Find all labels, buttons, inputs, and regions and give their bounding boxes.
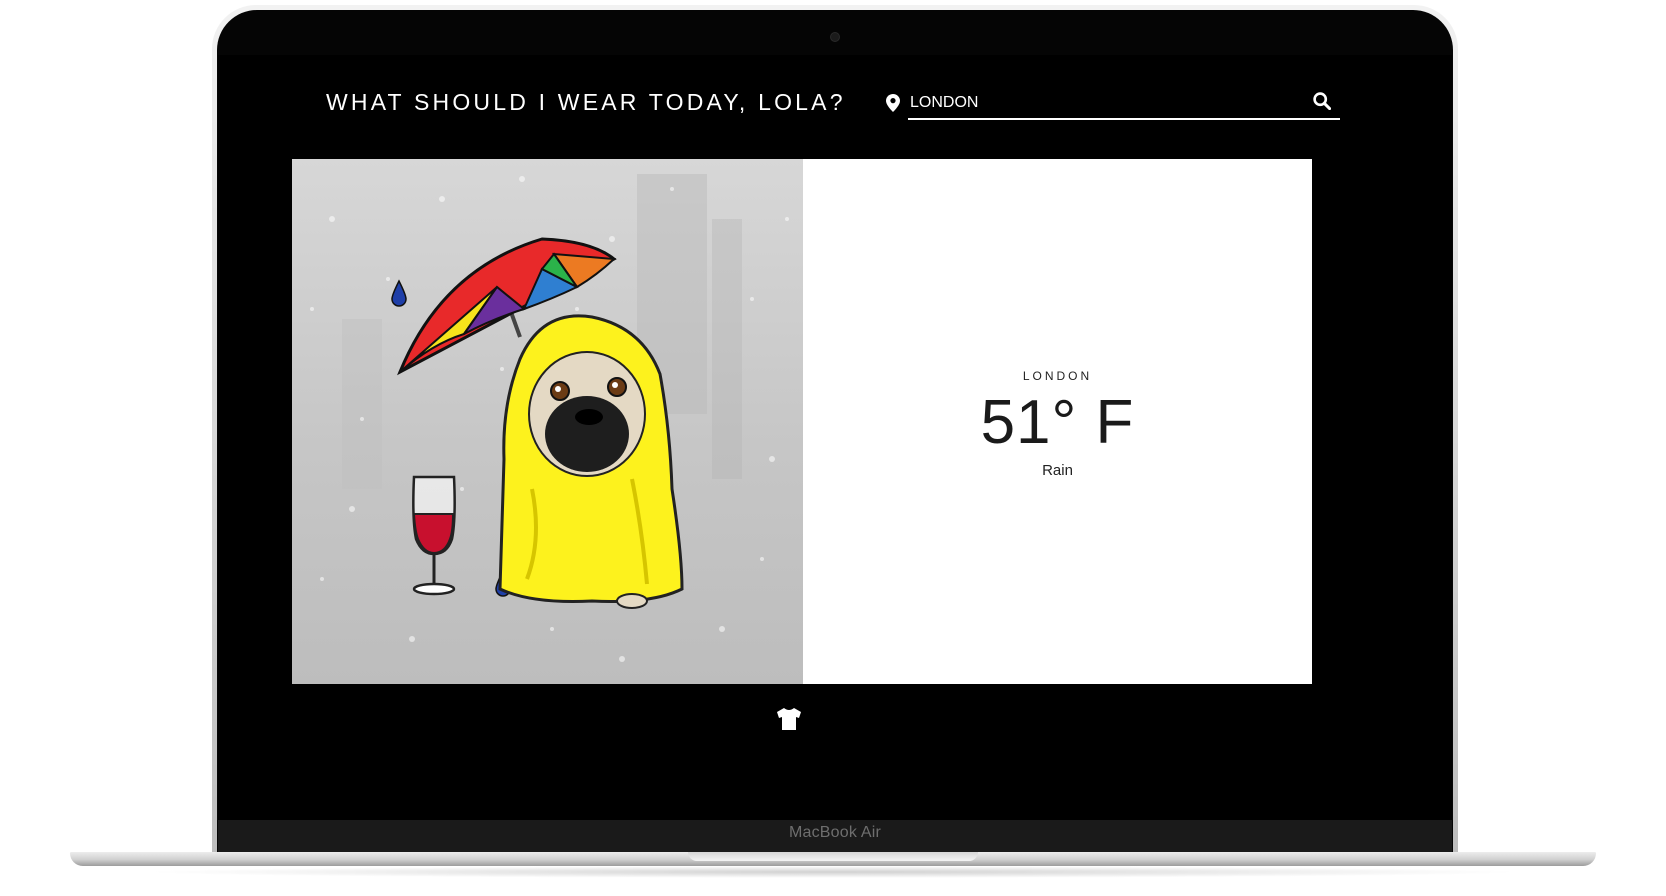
weather-info-card: LONDON 51° F Rain bbox=[803, 159, 1312, 684]
city-name: LONDON bbox=[1022, 369, 1093, 383]
page-title: WHAT SHOULD I WEAR TODAY, LOLA? bbox=[326, 89, 846, 115]
weather-illustration bbox=[292, 159, 803, 684]
tshirt-icon bbox=[777, 708, 801, 730]
outfit-button[interactable] bbox=[774, 706, 804, 732]
search-underline bbox=[908, 118, 1340, 120]
rainy-pug-illustration bbox=[310, 174, 789, 662]
location-search-input[interactable] bbox=[908, 89, 1302, 117]
laptop-shadow bbox=[140, 866, 1526, 878]
temperature: 51° F bbox=[980, 388, 1135, 457]
map-pin-icon bbox=[886, 94, 900, 112]
search-button[interactable] bbox=[1310, 89, 1334, 113]
app-screen: WHAT SHOULD I WEAR TODAY, LOLA? LONDON L… bbox=[218, 55, 1452, 822]
laptop-model-label: MacBook Air bbox=[788, 824, 881, 841]
weather-condition: Rain bbox=[1042, 462, 1073, 479]
search-icon bbox=[1313, 92, 1331, 110]
camera-icon bbox=[831, 33, 839, 41]
laptop-chin: MacBook Air bbox=[218, 820, 1452, 854]
laptop-hinge-notch bbox=[688, 852, 978, 861]
